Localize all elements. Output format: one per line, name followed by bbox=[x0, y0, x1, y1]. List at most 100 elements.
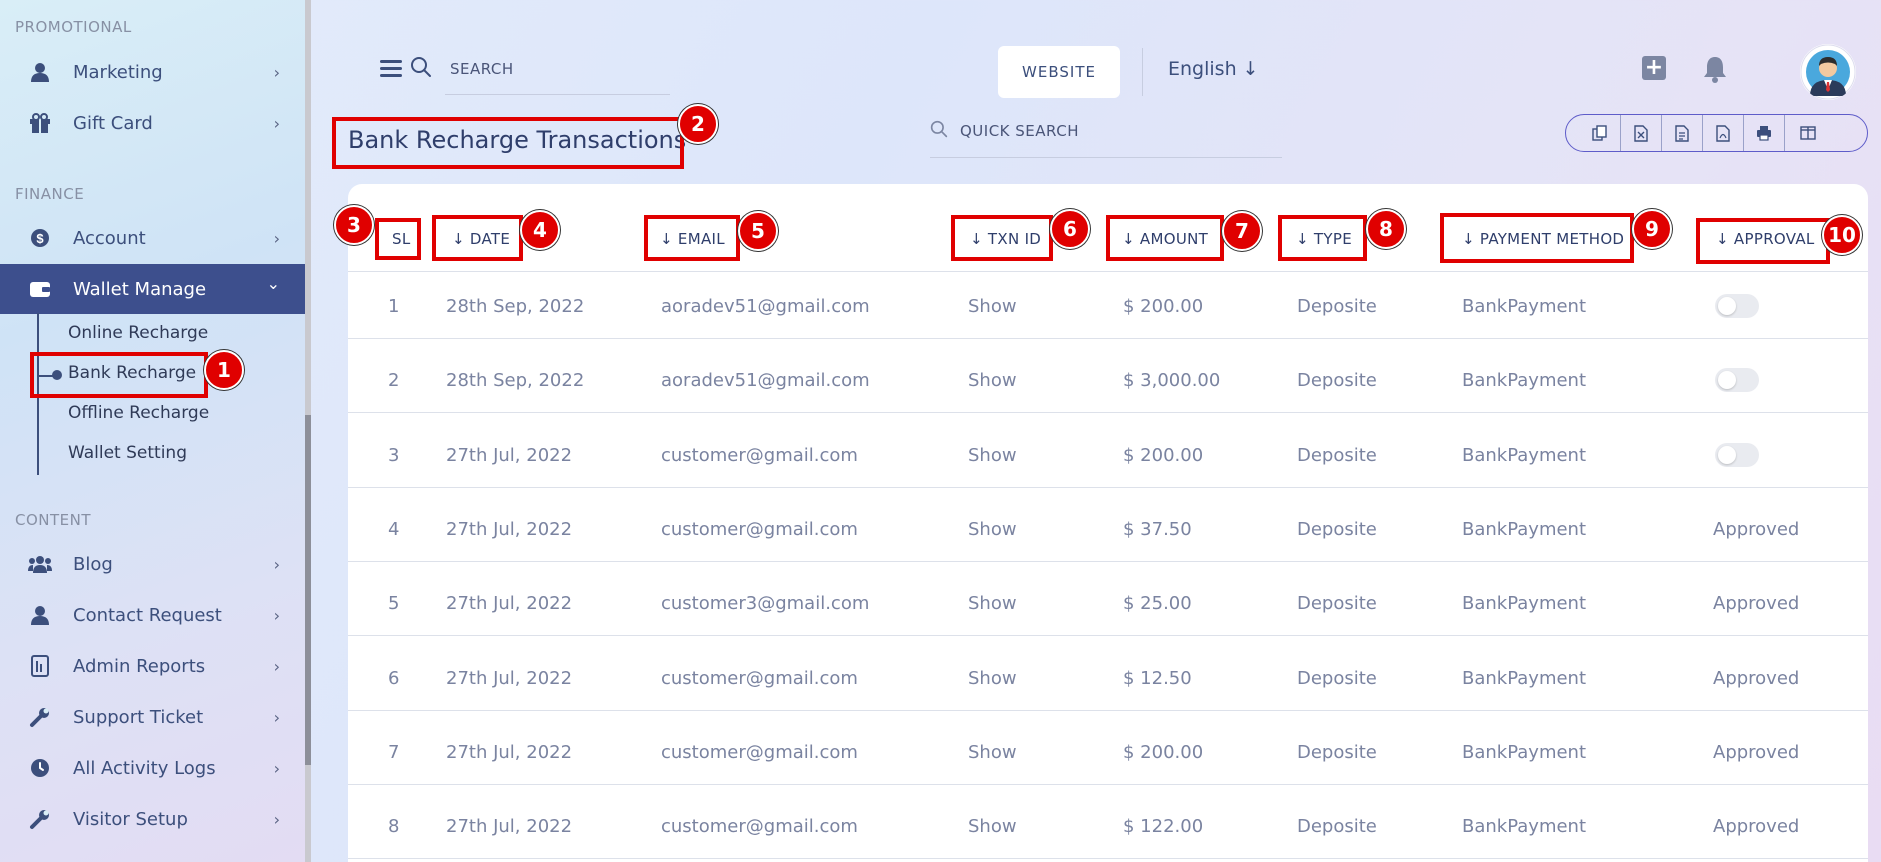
annotation-box bbox=[30, 352, 208, 398]
cell-txn[interactable]: Show bbox=[968, 370, 1017, 391]
row-divider bbox=[348, 486, 1868, 488]
cell-date: 27th Jul, 2022 bbox=[446, 816, 573, 838]
cell-amount: $ 3,000.00 bbox=[1123, 370, 1221, 392]
cell-method: BankPayment bbox=[1462, 444, 1587, 466]
section-promotional: PROMOTIONAL bbox=[15, 18, 132, 36]
sidebar-item-visitor-setup[interactable]: Visitor Setup › bbox=[0, 794, 305, 844]
row-divider bbox=[348, 858, 1868, 860]
sidebar-scrollbar-thumb[interactable] bbox=[305, 415, 311, 765]
approval-toggle[interactable] bbox=[1715, 294, 1759, 318]
cell-sl: 6 bbox=[388, 667, 400, 689]
sidebar-item-wallet-manage[interactable]: Wallet Manage ⌄ bbox=[0, 264, 305, 314]
sidebar-item-admin-reports[interactable]: Admin Reports › bbox=[0, 641, 305, 691]
approval-toggle[interactable] bbox=[1715, 442, 1759, 467]
annotation-box bbox=[1278, 215, 1367, 261]
text-file-icon bbox=[1675, 124, 1689, 142]
cell-sl: 4 bbox=[388, 518, 400, 540]
chevron-right-icon: › bbox=[273, 809, 280, 829]
section-finance: FINANCE bbox=[15, 185, 85, 203]
sidebar-item-label: Visitor Setup bbox=[73, 808, 188, 830]
divider bbox=[1142, 48, 1143, 96]
search-icon[interactable] bbox=[410, 56, 432, 82]
cell-email: customer@gmail.com bbox=[661, 816, 858, 838]
cell-sl: 3 bbox=[388, 444, 400, 466]
cell-txn[interactable]: Show bbox=[968, 296, 1017, 317]
cell-date: 27th Jul, 2022 bbox=[446, 667, 573, 689]
bell-icon[interactable] bbox=[1702, 55, 1728, 87]
cell-txn[interactable]: Show bbox=[968, 816, 1017, 837]
cell-date: 27th Jul, 2022 bbox=[446, 518, 573, 540]
sidebar-item-gift-card[interactable]: Gift Card › bbox=[0, 98, 305, 148]
cell-txn[interactable]: Show bbox=[968, 742, 1017, 763]
cell-txn[interactable]: Show bbox=[968, 593, 1017, 614]
approval-toggle[interactable] bbox=[1715, 368, 1759, 393]
search-input[interactable]: SEARCH bbox=[450, 60, 514, 78]
cell-email: customer@gmail.com bbox=[661, 444, 858, 466]
gift-icon bbox=[28, 111, 52, 135]
row-divider bbox=[348, 560, 1868, 562]
cell-txn[interactable]: Show bbox=[968, 445, 1017, 466]
hamburger-menu-icon[interactable] bbox=[380, 60, 402, 78]
sidebar-item-marketing[interactable]: Marketing › bbox=[0, 47, 305, 97]
annotation-badge: 3 bbox=[334, 205, 374, 245]
quick-search-input[interactable]: QUICK SEARCH bbox=[960, 122, 1079, 140]
cell-type: Deposite bbox=[1297, 296, 1377, 317]
chevron-down-icon: ⌄ bbox=[266, 274, 280, 293]
sidebar-subitem-offline-recharge[interactable]: Offline Recharge bbox=[68, 403, 209, 423]
export-button-group bbox=[1565, 114, 1868, 152]
row-divider bbox=[348, 412, 1868, 414]
wrench-icon bbox=[28, 705, 52, 729]
cell-method: BankPayment bbox=[1462, 741, 1587, 763]
chevron-right-icon: › bbox=[273, 62, 280, 82]
cell-type: Deposite bbox=[1297, 741, 1377, 763]
cell-date: 27th Jul, 2022 bbox=[446, 741, 573, 763]
copy-icon bbox=[1592, 125, 1607, 141]
sidebar-item-label: Gift Card bbox=[73, 112, 153, 134]
search-icon[interactable] bbox=[930, 120, 948, 142]
annotation-box bbox=[432, 215, 523, 261]
sidebar-item-label: Contact Request bbox=[73, 604, 222, 626]
annotation-box bbox=[1440, 213, 1634, 263]
cell-type: Deposite bbox=[1297, 816, 1377, 838]
cell-txn[interactable]: Show bbox=[968, 668, 1017, 689]
clock-icon bbox=[28, 756, 52, 780]
annotation-badge: 7 bbox=[1222, 211, 1262, 251]
chevron-right-icon: › bbox=[273, 228, 280, 248]
cell-date: 27th Jul, 2022 bbox=[446, 444, 573, 466]
print-icon bbox=[1757, 126, 1771, 141]
sidebar-item-support-ticket[interactable]: Support Ticket › bbox=[0, 692, 305, 742]
column-visibility-button[interactable] bbox=[1785, 115, 1845, 151]
cell-sl: 7 bbox=[388, 741, 400, 763]
excel-file-icon bbox=[1634, 124, 1648, 142]
copy-button[interactable] bbox=[1566, 115, 1621, 151]
csv-export-button[interactable] bbox=[1662, 115, 1703, 151]
print-button[interactable] bbox=[1744, 115, 1785, 151]
pdf-export-button[interactable] bbox=[1703, 115, 1744, 151]
user-icon bbox=[28, 603, 52, 627]
sidebar-item-label: Blog bbox=[73, 553, 113, 575]
cell-amount: $ 122.00 bbox=[1123, 816, 1204, 838]
website-button[interactable]: WEBSITE bbox=[998, 46, 1120, 98]
cell-amount: $ 37.50 bbox=[1123, 518, 1192, 540]
sidebar-item-all-activity-logs[interactable]: All Activity Logs › bbox=[0, 743, 305, 793]
cell-method: BankPayment bbox=[1462, 667, 1587, 689]
cell-method: BankPayment bbox=[1462, 593, 1587, 615]
sidebar: PROMOTIONAL Marketing › Gift Card › FINA… bbox=[0, 0, 305, 862]
sidebar-item-contact-request[interactable]: Contact Request › bbox=[0, 590, 305, 640]
row-divider bbox=[348, 271, 1868, 272]
cell-email: aoradev51@gmail.com bbox=[661, 296, 870, 317]
language-selector[interactable]: English ↓ bbox=[1168, 58, 1259, 80]
sidebar-subitem-wallet-setting[interactable]: Wallet Setting bbox=[68, 443, 187, 463]
cell-txn[interactable]: Show bbox=[968, 519, 1017, 540]
excel-export-button[interactable] bbox=[1621, 115, 1662, 151]
avatar[interactable] bbox=[1800, 44, 1856, 100]
add-icon[interactable]: + bbox=[1642, 56, 1666, 80]
sidebar-item-account[interactable]: $ Account › bbox=[0, 213, 305, 263]
annotation-badge: 2 bbox=[678, 104, 718, 144]
sidebar-subitem-online-recharge[interactable]: Online Recharge bbox=[68, 323, 208, 343]
cell-amount: $ 12.50 bbox=[1123, 667, 1192, 689]
sidebar-item-label: Support Ticket bbox=[73, 706, 204, 728]
sidebar-item-label: Admin Reports bbox=[73, 655, 206, 677]
sidebar-item-blog[interactable]: Blog › bbox=[0, 539, 305, 589]
wrench-icon bbox=[28, 807, 52, 831]
